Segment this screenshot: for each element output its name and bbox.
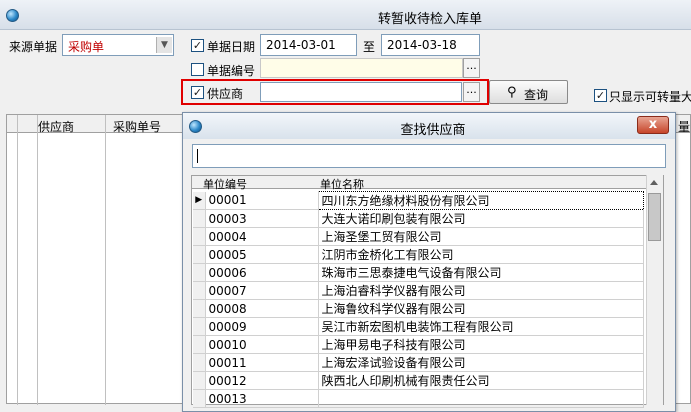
supplier-search-value [199,147,209,153]
grid-col-partial[interactable]: 量 [678,118,690,135]
query-button[interactable]: ⚲ 查询 [489,80,568,104]
binoculars-icon: ⚲ [507,85,517,100]
table-row[interactable]: ▶ 00001 四川东方绝缘材料股份有限公司 [193,191,644,210]
date-to-label: 至 [363,40,376,54]
row-name[interactable]: 吴江市新宏图机电装饰工程有限公司 [318,317,644,336]
row-indicator [193,209,206,228]
row-name[interactable]: 上海宏泽试验设备有限公司 [318,353,644,372]
row-pointer-icon: ▶ [193,191,206,210]
table-row[interactable]: 00004 上海圣堡工贸有限公司 [193,227,644,246]
docno-browse-button[interactable]: ... [463,58,480,78]
row-indicator [193,353,206,372]
row-indicator [193,299,206,318]
chevron-down-icon[interactable]: ▼ [156,37,172,53]
only-show-label: 只显示可转量大 [609,90,691,104]
supplier-browse-button[interactable]: ... [463,82,480,102]
row-name[interactable]: 大连大诺印刷包装有限公司 [318,209,644,228]
dialog-orb-icon [189,120,202,133]
row-code[interactable]: 00004 [205,227,319,246]
table-row[interactable]: 00012 陕西北人印刷机械有限责任公司 [193,371,644,390]
supplier-label: 供应商 [207,87,244,101]
row-code[interactable]: 00001 [205,191,319,210]
row-indicator [193,389,206,408]
row-indicator [193,317,206,336]
docno-checkbox[interactable] [191,63,204,76]
docno-label: 单据编号 [207,64,256,78]
table-row[interactable]: 00011 上海宏泽试验设备有限公司 [193,353,644,372]
close-icon[interactable]: x [637,116,669,134]
row-indicator [193,227,206,246]
query-button-label: 查询 [524,88,549,102]
row-code[interactable]: 00006 [205,263,319,282]
list-col-name[interactable]: 单位名称 [320,176,364,192]
row-name[interactable]: 陕西北人印刷机械有限责任公司 [318,371,644,390]
date-from-value: 2014-03-01 [266,38,336,52]
row-name[interactable]: 上海泊睿科学仪器有限公司 [318,281,644,300]
list-col-code[interactable]: 单位编号 [203,176,247,192]
table-row[interactable]: 00008 上海鲁纹科学仪器有限公司 [193,299,644,318]
table-row[interactable]: 00005 江阴市金桥化工有限公司 [193,245,644,264]
scroll-up-icon[interactable] [650,180,658,185]
row-code[interactable]: 00003 [205,209,319,228]
row-name[interactable] [318,389,644,408]
date-checkbox[interactable]: ✓ [191,39,204,52]
window-title: 转暂收待检入库单 [377,12,482,27]
table-row[interactable]: 00013 [193,389,644,408]
grid-col-supplier[interactable]: 供应商 [38,118,74,135]
row-code[interactable]: 00009 [205,317,319,336]
table-row[interactable]: 00009 吴江市新宏图机电装饰工程有限公司 [193,317,644,336]
date-to-value: 2014-03-18 [387,38,457,52]
text-cursor [197,149,198,163]
row-indicator [193,263,206,282]
app-orb-icon [6,9,19,22]
table-row[interactable]: 00003 大连大诺印刷包装有限公司 [193,209,644,228]
row-code[interactable]: 00010 [205,335,319,354]
supplier-value [261,83,271,89]
row-indicator [193,281,206,300]
row-code[interactable]: 00013 [205,389,319,408]
row-code[interactable]: 00007 [205,281,319,300]
source-doc-select[interactable]: 采购单 ▼ [62,34,174,56]
row-name[interactable]: 江阴市金桥化工有限公司 [318,245,644,264]
row-name[interactable]: 珠海市三思泰捷电气设备有限公司 [318,263,644,282]
grid-col-po-number[interactable]: 采购单号 [113,118,161,135]
table-row[interactable]: 00006 珠海市三思泰捷电气设备有限公司 [193,263,644,282]
row-code[interactable]: 00008 [205,299,319,318]
source-doc-label: 来源单据 [9,40,58,54]
row-indicator [193,245,206,264]
row-name[interactable]: 上海甲易电子科技有限公司 [318,335,644,354]
grid-divider [17,115,18,405]
grid-divider [37,115,38,405]
row-indicator [193,371,206,390]
only-show-checkbox[interactable]: ✓ [594,89,607,102]
row-code[interactable]: 00012 [205,371,319,390]
row-name[interactable]: 四川东方绝缘材料股份有限公司 [317,191,644,210]
supplier-search-input[interactable] [192,144,666,168]
row-code[interactable]: 00011 [205,353,319,372]
supplier-checkbox[interactable]: ✓ [191,86,204,99]
supplier-table: ▶ 00001 四川东方绝缘材料股份有限公司 00003 大连大诺印刷包装有限公… [193,191,644,408]
date-to-input[interactable]: 2014-03-18 [381,34,480,56]
scroll-thumb[interactable] [648,193,661,241]
supplier-list-header [192,176,646,189]
date-from-input[interactable]: 2014-03-01 [260,34,357,56]
table-row[interactable]: 00007 上海泊睿科学仪器有限公司 [193,281,644,300]
row-code[interactable]: 00005 [205,245,319,264]
row-name[interactable]: 上海圣堡工贸有限公司 [318,227,644,246]
dialog-title: 查找供应商 [400,123,466,138]
date-label: 单据日期 [207,40,256,54]
row-name[interactable]: 上海鲁纹科学仪器有限公司 [318,299,644,318]
supplier-input[interactable] [260,82,462,102]
table-row[interactable]: 00010 上海甲易电子科技有限公司 [193,335,644,354]
grid-divider [105,115,106,405]
row-indicator [193,335,206,354]
docno-input[interactable] [260,58,463,78]
source-doc-value: 采购单 [68,40,105,54]
